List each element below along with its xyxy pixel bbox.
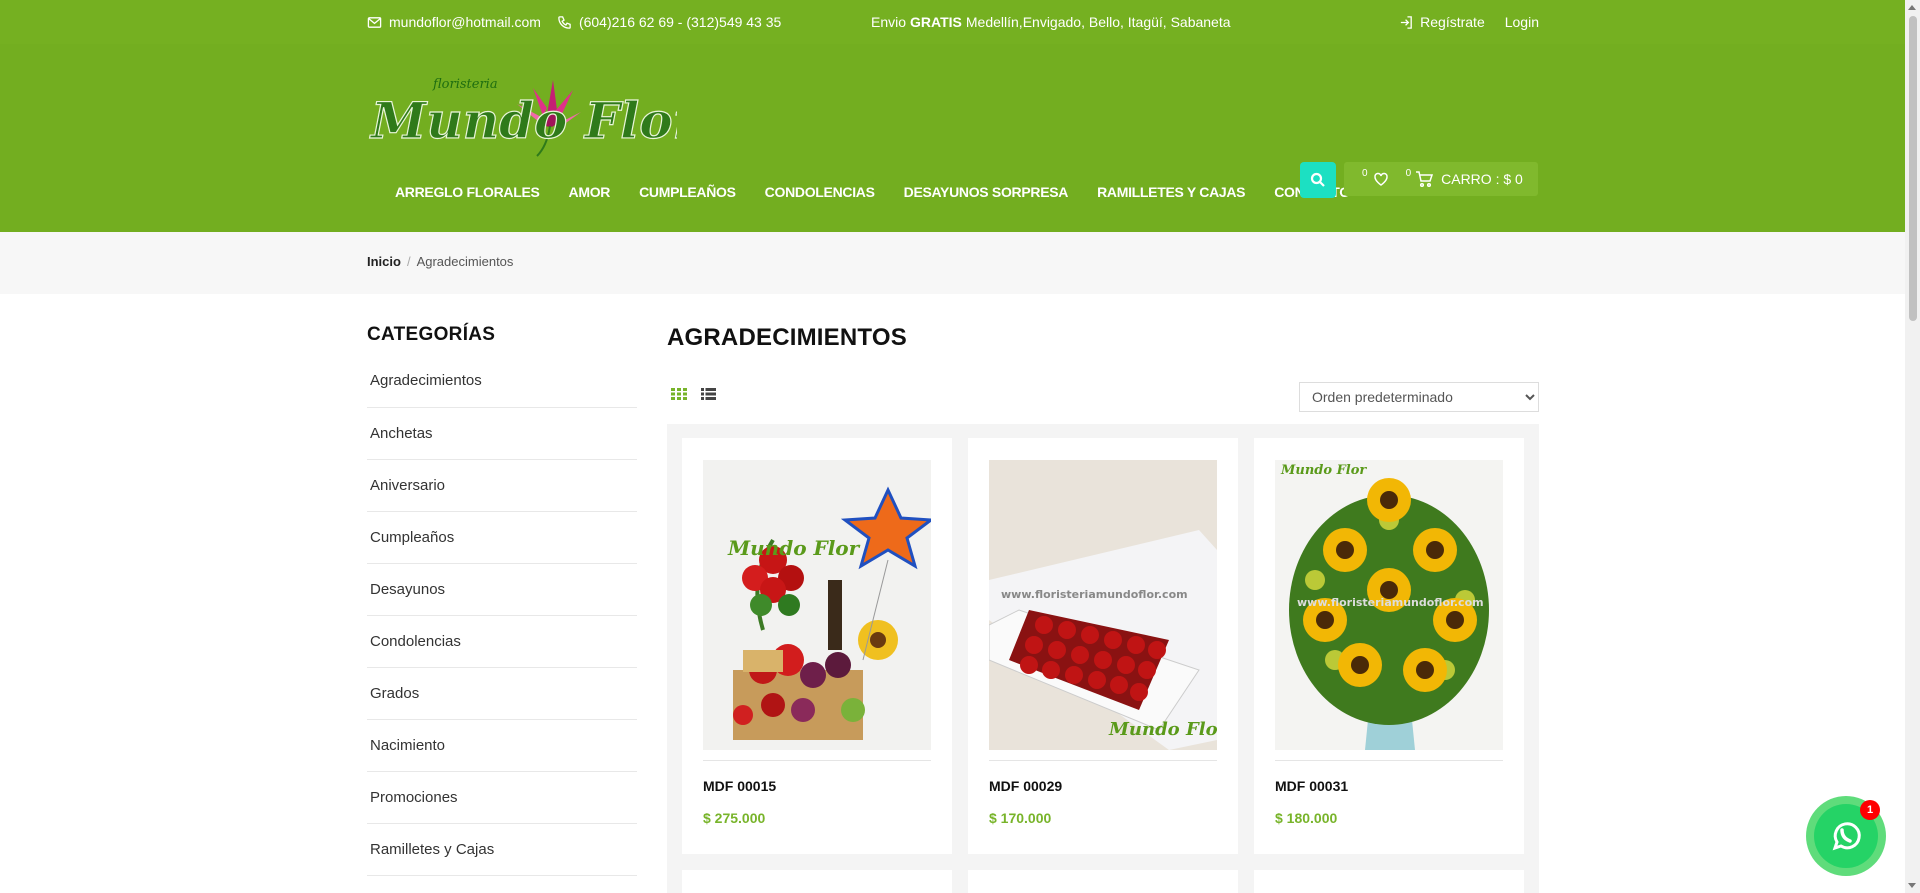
product-price: $ 275.000 — [703, 810, 766, 826]
ship-cities: Medellín,Envigado, Bello, Itagüí, Sabane… — [965, 14, 1231, 30]
register-label: Regístrate — [1420, 14, 1485, 30]
image-logo-text: Mundo Flor — [1280, 463, 1367, 478]
product-card[interactable]: Mundo Flor MDF 00015 $ 275.000 — [682, 438, 952, 854]
login-label: Login — [1504, 14, 1539, 30]
breadcrumb-bar: Inicio / Agradecimientos — [0, 232, 1905, 294]
shipping-notice: Envio GRATIS Medellín,Envigado, Bello, I… — [871, 0, 1231, 44]
category-item[interactable]: Agradecimientos — [367, 362, 637, 408]
product-card-partial[interactable] — [1254, 870, 1524, 893]
scrollbar-thumb[interactable] — [1909, 16, 1917, 321]
heart-icon[interactable] — [1372, 170, 1390, 188]
cart-total[interactable]: CARRO : $ 0 — [1441, 171, 1523, 187]
product-grid: Mundo Flor MDF 00015 $ 275.000 www.flori… — [667, 424, 1539, 893]
category-item[interactable]: Ramilletes y Cajas — [367, 824, 637, 876]
notification-badge: 1 — [1860, 800, 1880, 820]
category-item[interactable]: Anchetas — [367, 408, 637, 460]
sign-in-icon — [1401, 15, 1412, 29]
page-title: AGRADECIMIENTOS — [667, 324, 907, 351]
category-item[interactable]: Condolencias — [367, 616, 637, 668]
category-list: Agradecimientos Anchetas Aniversario Cum… — [367, 362, 637, 876]
grid-view-icon[interactable] — [671, 388, 687, 400]
phone-text: (604)216 62 69 - (312)549 43 35 — [578, 14, 782, 30]
breadcrumb-home[interactable]: Inicio — [367, 254, 401, 269]
listing-toolbar: Orden predeterminado — [667, 382, 1539, 412]
page-scrollbar[interactable] — [1905, 0, 1920, 893]
product-image[interactable]: Mundo Flor — [703, 460, 931, 750]
email-text: mundoflor@hotmail.com — [389, 14, 541, 30]
login-link[interactable]: Login — [1505, 14, 1539, 30]
image-watermark: www.floristeriamundoflor.com — [1297, 596, 1484, 609]
logo-main-text: Mundo Flor — [369, 91, 677, 150]
whatsapp-icon — [1832, 822, 1861, 851]
logo-graphic: floristeria Mundo Flor — [368, 77, 703, 157]
whatsapp-button[interactable]: 1 — [1806, 796, 1886, 876]
account-links: Regístrate Login — [1399, 0, 1539, 44]
scroll-up-arrow-icon[interactable] — [1908, 5, 1916, 10]
phone-icon — [558, 15, 571, 29]
product-name[interactable]: MDF 00031 — [1275, 778, 1348, 794]
breadcrumb: Inicio / Agradecimientos — [367, 254, 513, 269]
main-nav: ARREGLO FLORALES AMOR CUMPLEAÑOS CONDOLE… — [395, 184, 1350, 200]
product-name[interactable]: MDF 00015 — [703, 778, 776, 794]
search-icon — [1310, 172, 1325, 187]
sunflower-vase-image: Mundo Flor www.floristeriamundoflor.com — [1275, 460, 1503, 750]
register-link[interactable]: Regístrate — [1399, 14, 1485, 30]
product-name[interactable]: MDF 00029 — [989, 778, 1062, 794]
sort-select[interactable]: Orden predeterminado — [1299, 382, 1539, 412]
product-card-partial[interactable] — [682, 870, 952, 893]
product-card[interactable]: www.floristeriamundoflor.com Mundo Flor … — [968, 438, 1238, 854]
category-sidebar: CATEGORÍAS Agradecimientos Anchetas Aniv… — [367, 324, 637, 876]
nav-amor[interactable]: AMOR — [569, 184, 611, 200]
breadcrumb-separator: / — [406, 254, 411, 269]
category-item[interactable]: Cumpleaños — [367, 512, 637, 564]
cart-icon[interactable] — [1415, 170, 1434, 188]
mail-icon — [367, 16, 382, 28]
nav-arreglo-florales[interactable]: ARREGLO FLORALES — [395, 184, 540, 200]
product-image[interactable]: Mundo Flor www.floristeriamundoflor.com — [1275, 460, 1503, 750]
category-item[interactable]: Desayunos — [367, 564, 637, 616]
phone-contact[interactable]: (604)216 62 69 - (312)549 43 35 — [557, 14, 781, 30]
image-logo-text: Mundo Flor — [1108, 719, 1217, 740]
search-button[interactable] — [1300, 162, 1336, 198]
product-card[interactable]: Mundo Flor www.floristeriamundoflor.com … — [1254, 438, 1524, 854]
product-card-partial[interactable] — [968, 870, 1238, 893]
wishlist-count: 0 — [1362, 167, 1368, 179]
category-item[interactable]: Nacimiento — [367, 720, 637, 772]
site-header: floristeria Mundo Flor ARREGLO FLORALES … — [0, 44, 1905, 232]
card-divider — [1275, 760, 1503, 761]
ship-bold: GRATIS — [910, 14, 962, 30]
image-watermark: Mundo Flor — [727, 536, 861, 560]
product-price: $ 170.000 — [989, 810, 1052, 826]
site-logo[interactable]: floristeria Mundo Flor — [367, 68, 703, 158]
email-contact[interactable]: mundoflor@hotmail.com — [367, 14, 541, 30]
cart-count: 0 — [1405, 167, 1412, 179]
category-item[interactable]: Grados — [367, 668, 637, 720]
list-view-icon[interactable] — [701, 388, 716, 400]
nav-cumpleanos[interactable]: CUMPLEAÑOS — [639, 184, 736, 200]
product-image[interactable]: www.floristeriamundoflor.com Mundo Flor — [989, 460, 1217, 750]
card-divider — [703, 760, 931, 761]
nav-desayunos-sorpresa[interactable]: DESAYUNOS SORPRESA — [904, 184, 1069, 200]
nav-condolencias[interactable]: CONDOLENCIAS — [765, 184, 875, 200]
breadcrumb-current: Agradecimientos — [416, 254, 514, 269]
category-item[interactable]: Aniversario — [367, 460, 637, 512]
card-divider — [989, 760, 1217, 761]
ship-prefix: Envio — [871, 14, 907, 30]
rose-box-image: www.floristeriamundoflor.com Mundo Flor — [989, 460, 1217, 750]
image-watermark: www.floristeriamundoflor.com — [1001, 588, 1188, 601]
nav-ramilletes-y-cajas[interactable]: RAMILLETES Y CAJAS — [1097, 184, 1245, 200]
logo-small-text: floristeria — [432, 77, 498, 92]
cart-area: 0 0 CARRO : $ 0 — [1344, 162, 1538, 196]
category-item[interactable]: Promociones — [367, 772, 637, 824]
top-bar: mundoflor@hotmail.com (604)216 62 69 - (… — [0, 0, 1905, 44]
product-listing: AGRADECIMIENTOS Orden predeterminado Mun… — [667, 324, 1539, 893]
product-price: $ 180.000 — [1275, 810, 1338, 826]
sidebar-title: CATEGORÍAS — [367, 324, 496, 345]
page: mundoflor@hotmail.com (604)216 62 69 - (… — [0, 0, 1920, 893]
flower-basket-image: Mundo Flor — [703, 460, 931, 750]
scroll-down-arrow-icon[interactable] — [1908, 883, 1916, 888]
